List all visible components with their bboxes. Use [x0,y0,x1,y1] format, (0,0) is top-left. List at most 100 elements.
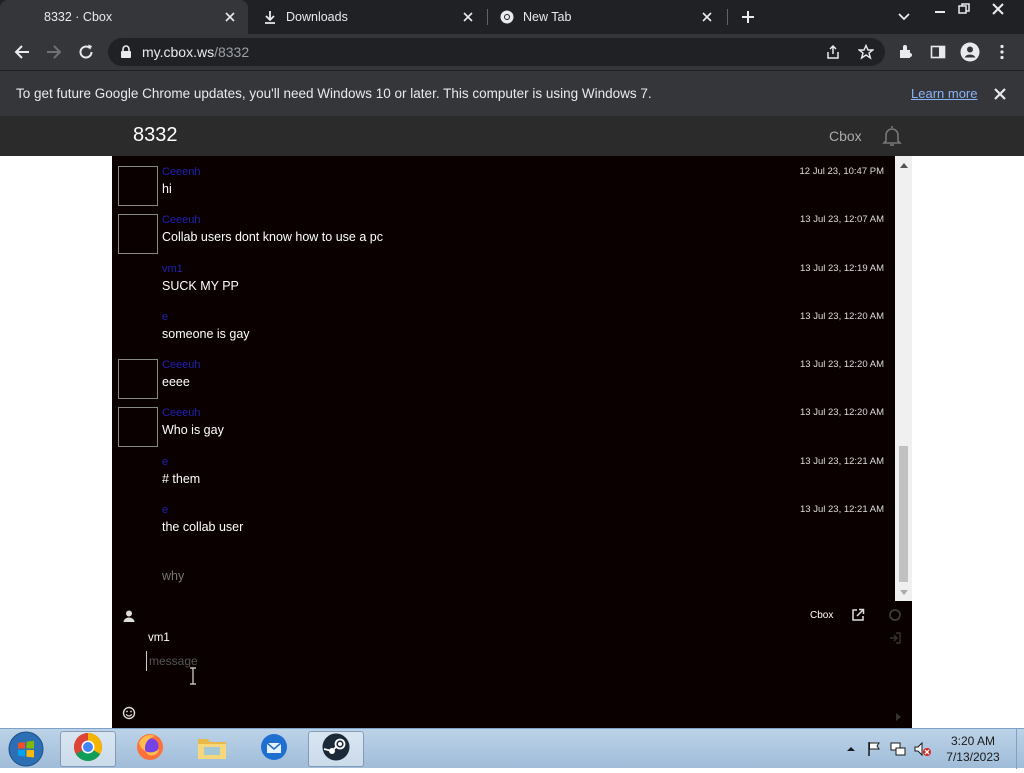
close-icon[interactable] [460,9,476,25]
chrome-icon [73,732,103,767]
tab-title: New Tab [523,10,572,24]
update-infobar: To get future Google Chrome updates, you… [0,70,1024,116]
message-username[interactable]: e [162,311,168,323]
message-username[interactable]: vm1 [162,263,183,275]
send-arrow-icon[interactable] [893,709,903,721]
message-timestamp: 13 Jul 23, 12:20 AM [800,359,884,370]
tab-downloads[interactable]: Downloads [250,0,486,34]
external-link-icon[interactable] [851,608,865,622]
message-timestamp: 13 Jul 23, 12:21 AM [800,456,884,467]
avatar[interactable] [118,214,158,254]
system-clock[interactable]: 3:20 AM 7/13/2023 [940,733,1006,765]
tab-separator [727,9,728,25]
infobar-message: To get future Google Chrome updates, you… [16,86,652,101]
login-icon[interactable] [888,631,902,645]
cbox-link[interactable]: Cbox [810,610,833,621]
page-title: 8332 [133,124,178,146]
window-close-icon[interactable] [986,0,1010,18]
chat-box: Ceeenh hi 12 Jul 23, 10:47 PM Ceeeuh Col… [112,156,912,728]
list-item: e the collab user 13 Jul 23, 12:21 AM [112,494,895,542]
list-item: Ceeenh hi 12 Jul 23, 10:47 PM [112,156,895,206]
page-header: 8332 Cbox [0,116,1024,156]
start-button[interactable] [4,730,48,768]
back-arrow-icon[interactable] [11,41,33,63]
user-icon[interactable] [122,609,136,623]
message-scrollbar[interactable] [895,156,912,601]
profile-avatar-icon[interactable] [959,41,981,63]
close-icon[interactable] [222,9,238,25]
network-icon[interactable] [890,741,906,757]
extensions-icon[interactable] [895,41,917,63]
folder-icon [196,733,228,766]
cbox-link[interactable]: Cbox [829,128,862,144]
scroll-down-arrow-icon[interactable] [895,584,912,601]
url-text: my.cbox.ws/8332 [142,44,250,60]
taskbar-firefox[interactable] [122,731,178,767]
show-desktop-button[interactable] [1016,729,1024,769]
tab-cbox[interactable]: 8332 · Cbox [0,0,248,34]
taskbar-explorer[interactable] [184,731,240,767]
message-timestamp: 13 Jul 23, 12:20 AM [800,311,884,322]
list-item: e someone is gay 13 Jul 23, 12:20 AM [112,301,895,349]
list-item: vm1 SUCK MY PP 13 Jul 23, 12:19 AM [112,253,895,301]
message-text: SUCK MY PP [162,279,239,293]
reload-icon[interactable] [75,41,97,63]
volume-muted-icon[interactable] [914,741,931,757]
list-item: Ceeeuh eeee 13 Jul 23, 12:20 AM [112,349,895,399]
smiley-icon[interactable] [122,706,136,720]
new-tab-plus-icon[interactable] [738,7,758,27]
steam-icon [321,732,351,767]
avatar[interactable] [118,166,158,206]
side-panel-icon[interactable] [927,41,949,63]
more-vertical-icon[interactable] [991,41,1013,63]
message-username[interactable]: Ceeeuh [162,407,201,419]
taskbar: 3:20 AM 7/13/2023 [0,728,1024,769]
learn-more-link[interactable]: Learn more [911,86,977,101]
message-text: why [162,569,185,583]
taskbar-chrome[interactable] [60,731,116,767]
compose-username[interactable]: vm1 [148,632,170,644]
bell-icon[interactable] [880,124,904,148]
minimize-icon[interactable] [928,0,952,18]
message-username[interactable]: Ceeeuh [162,359,201,371]
tab-separator [487,9,488,25]
share-icon[interactable] [825,44,841,65]
message-list: Ceeenh hi 12 Jul 23, 10:47 PM Ceeeuh Col… [112,156,895,601]
restore-icon[interactable] [952,0,976,18]
action-center-flag-icon[interactable] [866,741,882,757]
message-text: Who is gay [162,423,224,437]
message-username[interactable]: Ceeeuh [162,214,201,226]
lock-icon[interactable] [120,45,132,64]
list-item: why [112,543,895,591]
tab-new-tab[interactable]: New Tab [489,0,725,34]
avatar[interactable] [118,407,158,447]
thunderbird-icon [259,732,289,767]
message-username[interactable]: Ceeenh [162,166,201,178]
avatar[interactable] [118,359,158,399]
message-input[interactable] [146,651,846,671]
tab-title: 8332 · Cbox [44,10,113,24]
taskbar-thunderbird[interactable] [246,731,302,767]
clock-date: 7/13/2023 [946,750,1000,764]
message-timestamp: 13 Jul 23, 12:21 AM [800,504,884,515]
browser-toolbar: my.cbox.ws/8332 [0,34,1024,70]
message-username[interactable]: e [162,504,168,516]
firefox-icon [135,732,165,767]
scroll-up-arrow-icon[interactable] [895,156,912,173]
message-username[interactable]: e [162,456,168,468]
taskbar-steam[interactable] [308,731,364,767]
close-icon[interactable] [699,9,715,25]
clock-time: 3:20 AM [950,734,996,748]
address-bar[interactable]: my.cbox.ws/8332 [108,38,885,66]
list-item: e # them 13 Jul 23, 12:21 AM [112,446,895,494]
chrome-icon [499,9,515,25]
message-timestamp: 13 Jul 23, 12:19 AM [800,263,884,274]
tray-expand-icon[interactable] [843,741,859,757]
star-icon[interactable] [857,43,875,65]
scroll-thumb[interactable] [899,446,908,582]
circle-icon[interactable] [888,608,902,622]
forward-arrow-icon[interactable] [43,41,65,63]
chevron-down-icon[interactable] [896,9,912,25]
close-icon[interactable] [991,85,1009,103]
download-icon [262,9,278,25]
